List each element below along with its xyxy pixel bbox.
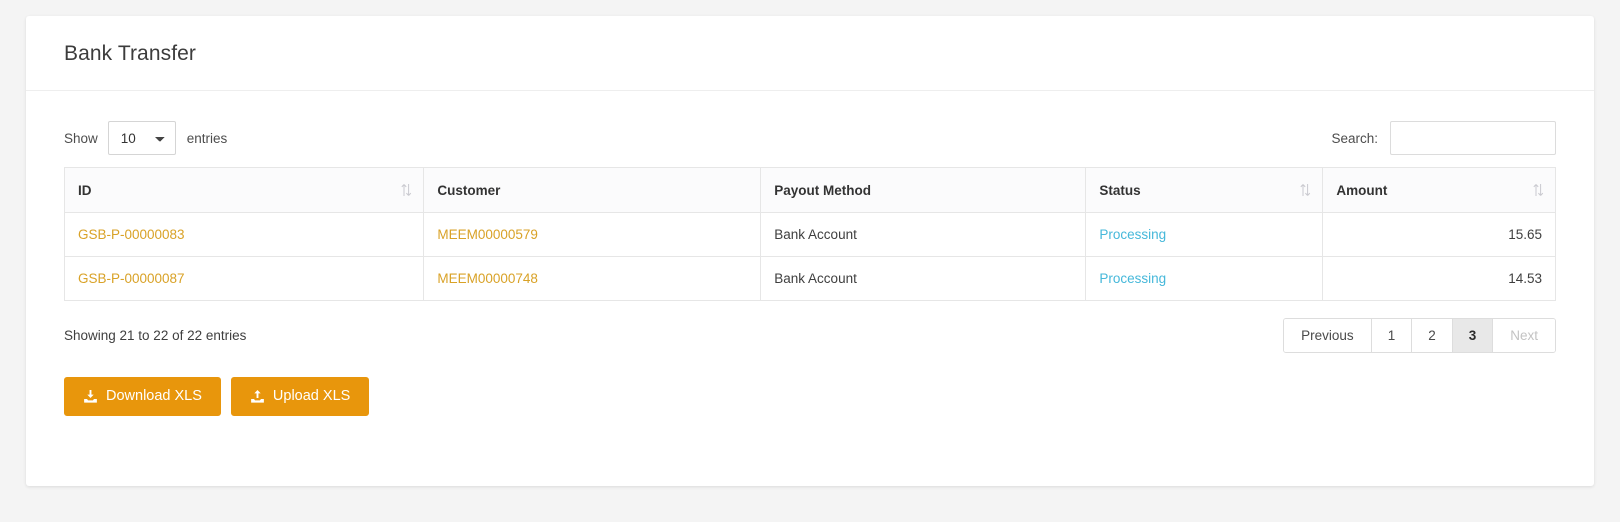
pagination-page-1[interactable]: 1: [1371, 318, 1413, 352]
bank-transfer-card: Bank Transfer Show 10 25 50 100 entries …: [26, 16, 1594, 486]
card-header: Bank Transfer: [26, 16, 1594, 91]
column-header-amount[interactable]: Amount: [1322, 167, 1556, 213]
download-xls-button[interactable]: Download XLS: [64, 377, 221, 416]
sort-arrows-icon: [1532, 183, 1544, 198]
cell-status: Processing: [1085, 212, 1324, 257]
table-body: GSB-P-00000083 MEEM00000579 Bank Account…: [63, 212, 1556, 301]
sort-arrows-icon: [400, 183, 412, 198]
page-background: Bank Transfer Show 10 25 50 100 entries …: [0, 0, 1620, 522]
pagination-page-2[interactable]: 2: [1412, 318, 1453, 352]
table-footer: Showing 21 to 22 of 22 entries Previous …: [64, 301, 1556, 355]
cell-id: GSB-P-00000087: [63, 256, 425, 301]
page-title: Bank Transfer: [64, 42, 197, 65]
bank-transfer-table: ID Customer Payout Method Status Amount …: [63, 167, 1556, 301]
table-controls: Show 10 25 50 100 entries Search:: [64, 113, 1556, 167]
search-label: Search:: [1331, 130, 1378, 146]
download-xls-label: Download XLS: [106, 388, 202, 404]
pagination: Previous 1 2 3 Next: [1283, 317, 1556, 353]
customer-link[interactable]: MEEM00000579: [437, 227, 538, 242]
search-control: Search:: [1331, 121, 1556, 155]
cell-id: GSB-P-00000083: [63, 212, 425, 257]
sort-arrows-icon: [1299, 183, 1311, 198]
pagination-page-3[interactable]: 3: [1452, 318, 1494, 352]
table-row: GSB-P-00000087 MEEM00000748 Bank Account…: [63, 256, 1556, 301]
download-icon: [83, 389, 98, 404]
cell-amount: 15.65: [1322, 212, 1556, 257]
status-link[interactable]: Processing: [1099, 227, 1166, 242]
column-label: Amount: [1336, 182, 1388, 198]
length-control: Show 10 25 50 100 entries: [64, 121, 227, 155]
column-header-customer[interactable]: Customer: [423, 167, 762, 213]
length-label: Show: [64, 130, 98, 146]
cell-amount: 14.53: [1322, 256, 1556, 301]
column-label: ID: [78, 182, 92, 198]
length-suffix-label: entries: [186, 130, 228, 146]
cell-customer: MEEM00000579: [423, 212, 762, 257]
pagination-previous[interactable]: Previous: [1284, 318, 1372, 352]
column-header-id[interactable]: ID: [63, 167, 425, 213]
column-header-payout-method[interactable]: Payout Method: [760, 167, 1087, 213]
column-label: Payout Method: [774, 182, 872, 198]
cell-status: Processing: [1085, 256, 1324, 301]
transfer-id-link[interactable]: GSB-P-00000083: [78, 227, 185, 242]
column-header-status[interactable]: Status: [1085, 167, 1324, 213]
column-label: Status: [1099, 182, 1141, 198]
entries-per-page-select[interactable]: 10 25 50 100: [107, 121, 176, 155]
upload-icon: [250, 389, 265, 404]
cell-payout-method: Bank Account: [760, 256, 1087, 301]
customer-link[interactable]: MEEM00000748: [437, 271, 538, 286]
entries-info: Showing 21 to 22 of 22 entries: [64, 327, 247, 343]
cell-customer: MEEM00000748: [423, 256, 762, 301]
status-link[interactable]: Processing: [1099, 271, 1166, 286]
table-row: GSB-P-00000083 MEEM00000579 Bank Account…: [63, 212, 1556, 257]
upload-xls-label: Upload XLS: [272, 388, 351, 404]
cell-payout-method: Bank Account: [760, 212, 1087, 257]
search-input[interactable]: [1390, 121, 1556, 155]
transfer-id-link[interactable]: GSB-P-00000087: [78, 271, 185, 286]
upload-xls-button[interactable]: Upload XLS: [230, 377, 370, 416]
table-head: ID Customer Payout Method Status Amount: [63, 167, 1556, 213]
column-label: Customer: [437, 182, 501, 198]
card-body: Show 10 25 50 100 entries Search:: [26, 91, 1594, 416]
table-header-row: ID Customer Payout Method Status Amount: [63, 167, 1556, 213]
pagination-next[interactable]: Next: [1493, 318, 1555, 352]
action-buttons: Download XLS Upload XLS: [64, 355, 1556, 416]
